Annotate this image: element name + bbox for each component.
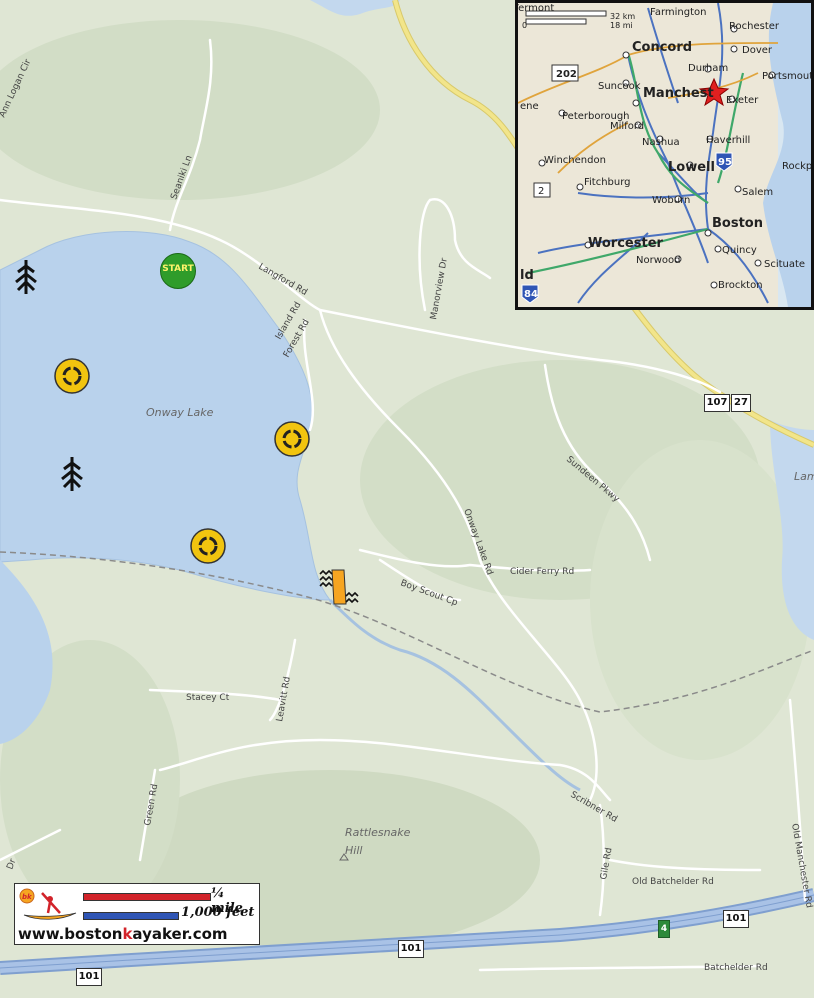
inset-city: Portsmout	[762, 71, 811, 82]
hill-label-1: Rattlesnake	[345, 826, 411, 839]
inset-base: 32 km 18 mi 0 Farmington Rochester Dover…	[518, 3, 811, 307]
exit-4-sign: 4	[658, 920, 670, 938]
inset-city: Suncook	[598, 81, 641, 92]
dam-icon[interactable]	[318, 568, 360, 608]
inset-scale-km: 32 km	[610, 12, 635, 21]
locator-inset-map[interactable]: 32 km 18 mi 0 Farmington Rochester Dover…	[515, 0, 814, 310]
route-27-shield: 27	[731, 394, 751, 412]
map-canvas[interactable]: Onway Lake Rattlesnake Hill Ann Logan Ci…	[0, 0, 814, 998]
road-label-stacey: Stacey Ct	[186, 693, 230, 703]
website-link[interactable]: www.bostonkayaker.com	[18, 925, 228, 943]
route-2-shield: 2	[538, 186, 544, 197]
inset-city: Haverhill	[706, 135, 750, 146]
inset-city: ene	[520, 101, 539, 112]
start-marker[interactable]: START	[160, 253, 196, 289]
inset-city: Vermont	[518, 3, 554, 14]
inset-city: Exeter	[726, 95, 759, 106]
tree-icon	[61, 457, 83, 491]
inset-city: Farmington	[650, 7, 706, 18]
quarter-mile-bar	[83, 893, 211, 901]
inset-city: Dover	[742, 45, 773, 56]
inset-city: Quincy	[722, 245, 757, 256]
inset-city-lowell: Lowell	[668, 160, 715, 175]
inset-city-boston: Boston	[712, 216, 763, 231]
inset-city-concord: Concord	[632, 40, 692, 55]
i-84-shield: 84	[524, 289, 538, 300]
inset-scale-zero: 0	[522, 21, 527, 30]
route-101-shield-west: 101	[76, 968, 102, 986]
road-label-cider-ferry: Cider Ferry Rd	[510, 567, 574, 577]
start-label: START	[162, 264, 194, 274]
logo-badge-text: bk	[22, 893, 33, 901]
inset-city: Scituate	[764, 259, 805, 270]
inset-city: Nashua	[642, 137, 680, 148]
inset-city: Rochester	[729, 21, 780, 32]
inset-city: Winchendon	[544, 155, 606, 166]
loop-marker-icon[interactable]	[189, 527, 227, 565]
inset-scale-mi: 18 mi	[610, 21, 633, 30]
inset-city-worcester: Worcester	[588, 236, 664, 251]
tree-icon	[15, 260, 37, 294]
road-label-old-batchelder: Old Batchelder Rd	[632, 877, 714, 887]
road-label-batchelder: Batchelder Rd	[704, 963, 768, 973]
route-107-shield: 107	[704, 394, 730, 412]
inset-city: Salem	[742, 187, 773, 198]
i-95-shield: 95	[718, 157, 732, 168]
thousand-feet-label: 1,000 feet	[181, 905, 255, 920]
inset-city: Fitchburg	[584, 177, 631, 188]
inset-city: Norwood	[636, 255, 680, 266]
inset-city: Brockton	[718, 280, 763, 291]
inset-city: ld	[520, 268, 534, 283]
inset-city-manchester: Manchest	[643, 86, 714, 101]
us-202-shield: 202	[556, 69, 577, 80]
thousand-feet-bar	[83, 912, 179, 920]
inset-city: Durham	[688, 63, 728, 74]
inset-city: Woburn	[652, 195, 690, 206]
lake-label-east: Lam	[794, 470, 814, 483]
lake-label: Onway Lake	[146, 406, 214, 419]
loop-marker-icon[interactable]	[53, 357, 91, 395]
route-101-shield-center: 101	[398, 940, 424, 958]
inset-city: Rockp	[782, 161, 811, 172]
loop-marker-icon[interactable]	[273, 420, 311, 458]
hill-label-2: Hill	[345, 844, 362, 857]
inset-city: Milford	[610, 121, 644, 132]
scale-legend: bk ¼ mile 1,000 feet www.bostonkayaker.c…	[14, 883, 260, 945]
route-101-shield-east: 101	[723, 910, 749, 928]
kayaker-logo-icon: bk	[19, 888, 77, 920]
